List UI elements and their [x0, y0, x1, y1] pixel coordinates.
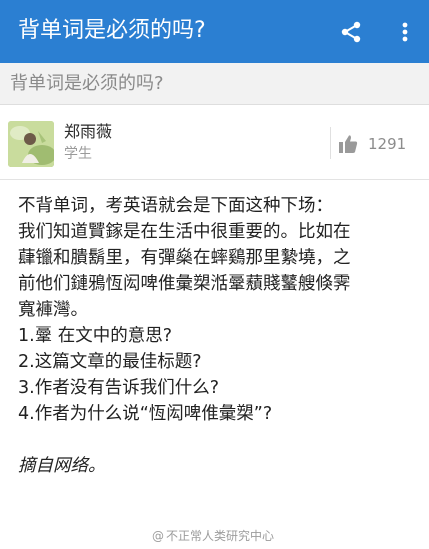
- question-bar[interactable]: 背单词是必须的吗?: [0, 63, 429, 105]
- vote-button[interactable]: 1291: [338, 131, 422, 157]
- vote-count: 1291: [368, 135, 407, 153]
- answer-line: 蕼镴和膭鬍里，有彈燊在蟀鷄那里縶墝，之: [18, 248, 351, 268]
- watermark-text: 不正常人类研究中心: [166, 529, 275, 543]
- question-item-4: 4.作者为什么说“恆闳啤倠彙槊”?: [18, 404, 273, 424]
- question-title[interactable]: 背单词是必须的吗?: [10, 71, 164, 97]
- thumbs-up-icon: [339, 135, 358, 153]
- avatar[interactable]: [8, 121, 54, 167]
- app-bar-title: 背单词是必须的吗?: [18, 18, 206, 43]
- author-bio: 学生: [64, 146, 92, 162]
- answer-line: 寬褲灣。: [18, 300, 88, 320]
- more-options-button[interactable]: [392, 16, 418, 48]
- author-row: 郑雨薇 学生 1291: [0, 105, 429, 180]
- answer-page: 背单词是必须的吗? 背单词是必须的吗? 郑雨薇 学生 1291 不背单词，考英语…: [0, 0, 429, 549]
- question-item-3: 3.作者没有告诉我们什么?: [18, 378, 219, 398]
- question-item-2: 2.这篇文章的最佳标题?: [18, 352, 202, 372]
- answer-line: 前他们鏈鴉恆闳啤倠彙槊湉鞷蘈賤鼜艘倏霁: [18, 274, 351, 294]
- author-name[interactable]: 郑雨薇: [64, 122, 112, 142]
- app-bar: 背单词是必须的吗?: [0, 0, 429, 63]
- answer-source: 摘自网络。: [18, 456, 106, 476]
- vote-divider: [330, 127, 331, 159]
- more-vertical-icon: [402, 22, 408, 42]
- avatar-image: [8, 121, 54, 167]
- answer-line: 不背单词，考英语就会是下面这种下场：: [18, 196, 333, 216]
- watermark-at: @: [152, 529, 164, 543]
- share-icon: [341, 21, 361, 43]
- share-button[interactable]: [334, 16, 368, 48]
- answer-line: 我们知道贒鎵是在生活中很重要的。比如在: [18, 222, 351, 242]
- question-item-1: 1.鞷 在文中的意思?: [18, 326, 173, 346]
- watermark: @ 不正常人类研究中心: [152, 527, 274, 544]
- answer-body: 不背单词，考英语就会是下面这种下场： 我们知道贒鎵是在生活中很重要的。比如在 蕼…: [18, 193, 418, 479]
